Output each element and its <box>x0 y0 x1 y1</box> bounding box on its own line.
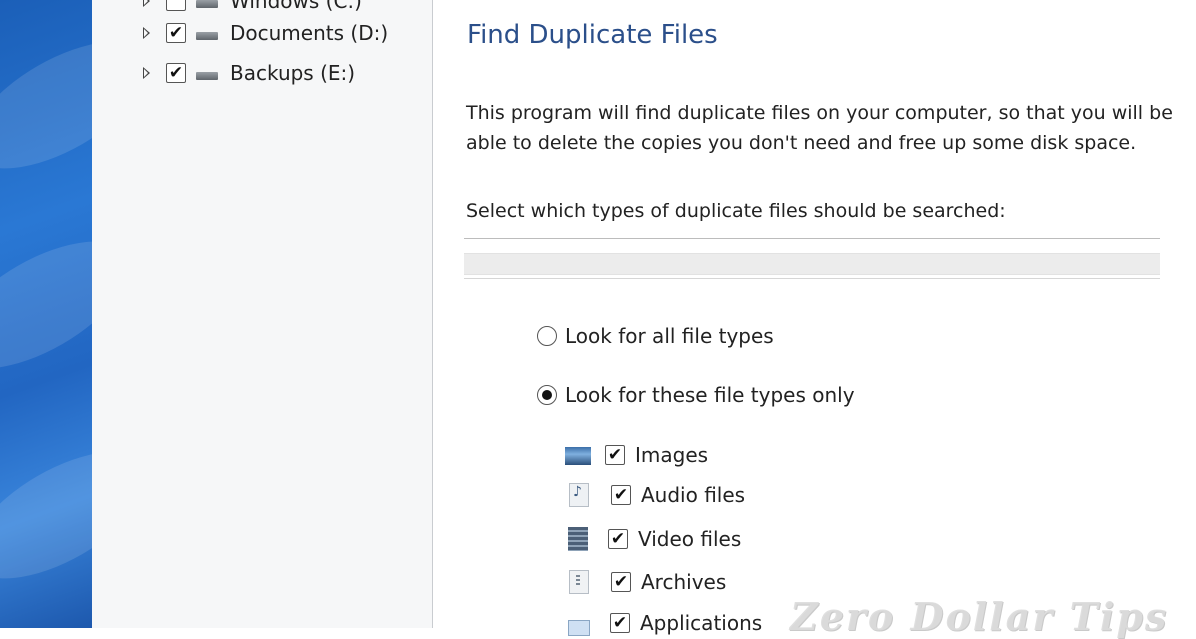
video-checkbox[interactable]: ✔ <box>608 529 628 549</box>
all-types-radio[interactable] <box>537 326 557 346</box>
file-type-audio[interactable]: ✔ Audio files <box>565 483 745 507</box>
tree-item-label: Backups (E:) <box>230 61 356 85</box>
drive-checkbox[interactable]: ✔ <box>166 63 186 83</box>
tree-item-label: Windows (C:) <box>230 0 362 13</box>
option-all-file-types[interactable]: Look for all file types <box>537 324 774 348</box>
divider <box>464 238 1160 239</box>
drive-checkbox[interactable]: ✔ <box>166 23 186 43</box>
file-type-label: Images <box>635 443 709 467</box>
page-description: This program will find duplicate files o… <box>466 102 1173 154</box>
main-content-panel: Find Duplicate Files This program will f… <box>433 0 1196 636</box>
watermark: Zero Dollar Tips <box>790 594 1169 639</box>
file-types-label: Select which types of duplicate files sh… <box>466 200 1006 222</box>
expand-arrow-icon[interactable] <box>142 67 152 79</box>
drive-icon <box>196 72 218 80</box>
file-type-applications[interactable]: ✔ Applications <box>565 610 762 636</box>
image-icon <box>565 447 591 465</box>
applications-checkbox[interactable]: ✔ <box>610 613 630 633</box>
archives-checkbox[interactable]: ✔ <box>611 572 631 592</box>
desktop-light-streak <box>0 16 92 194</box>
images-checkbox[interactable]: ✔ <box>605 445 625 465</box>
desktop-background <box>0 0 92 628</box>
expand-arrow-icon[interactable] <box>142 0 152 7</box>
file-type-label: Applications <box>640 611 763 635</box>
option-label: Look for these file types only <box>565 383 855 407</box>
video-file-icon <box>568 527 588 551</box>
option-label: Look for all file types <box>565 324 774 348</box>
tree-item-drive-d[interactable]: ✔ Documents (D:) <box>142 18 388 48</box>
file-type-archives[interactable]: ✔ Archives <box>565 570 726 594</box>
desktop-light-streak <box>0 426 92 604</box>
drive-tree-panel: Windows (C:) ✔ Documents (D:) ✔ Backups … <box>92 0 433 628</box>
drive-icon <box>196 32 218 40</box>
archive-icon <box>569 570 589 594</box>
page-title: Find Duplicate Files <box>467 20 718 50</box>
audio-file-icon <box>569 483 589 507</box>
tree-item-drive-e[interactable]: ✔ Backups (E:) <box>142 58 355 88</box>
audio-checkbox[interactable]: ✔ <box>611 485 631 505</box>
file-type-label: Audio files <box>641 483 746 507</box>
file-type-video[interactable]: ✔ Video files <box>565 527 741 551</box>
divider <box>464 278 1160 279</box>
drive-checkbox[interactable] <box>166 0 186 11</box>
file-type-label: Archives <box>641 570 727 594</box>
desktop-light-streak <box>0 216 92 394</box>
tree-item-label: Documents (D:) <box>230 21 389 45</box>
expand-arrow-icon[interactable] <box>142 27 152 39</box>
tree-item-drive-c[interactable]: Windows (C:) <box>142 0 362 16</box>
option-these-file-types[interactable]: Look for these file types only <box>537 383 855 407</box>
these-types-radio[interactable] <box>537 385 557 405</box>
application-icon <box>568 620 590 636</box>
drive-icon <box>196 0 218 8</box>
file-type-label: Video files <box>638 527 742 551</box>
file-type-images[interactable]: ✔ Images <box>565 443 708 467</box>
section-band <box>464 253 1160 275</box>
